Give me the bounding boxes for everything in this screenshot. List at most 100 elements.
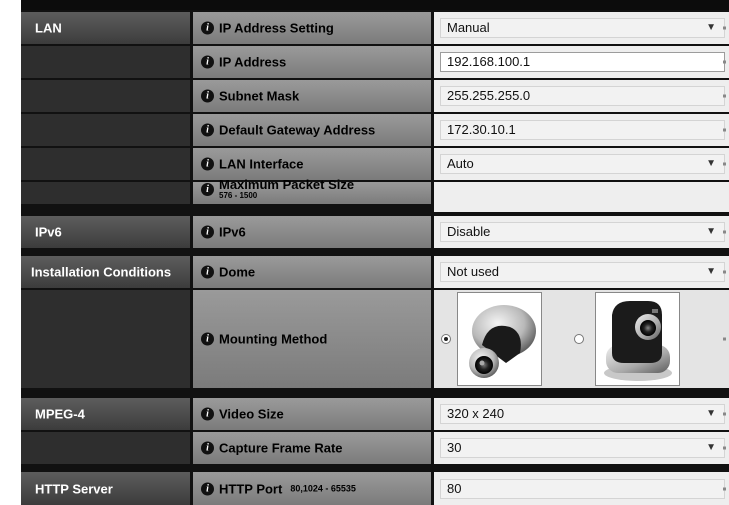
row-dome: Installation Conditions i Dome Not used ▼ <box>21 256 729 288</box>
value-cell: Manual ▼ <box>434 12 729 44</box>
ceiling-camera-icon <box>469 305 536 378</box>
info-icon[interactable]: i <box>201 225 214 239</box>
input-value: 255.255.255.0 <box>447 88 531 103</box>
video-size-select[interactable]: 320 x 240 ▼ <box>440 404 725 424</box>
label-http-port: i HTTP Port 80,1024 - 65535 <box>193 472 431 505</box>
info-icon[interactable]: i <box>201 265 214 279</box>
section-lan-continued <box>21 46 190 78</box>
row-max-packet-size: i Maximum Packet Size 576 - 1500 1500 <box>21 178 729 207</box>
http-port-input[interactable]: 80 <box>440 478 725 499</box>
row-lan-interface: i LAN Interface Auto ▼ <box>21 148 729 180</box>
chevron-down-icon: ▼ <box>706 226 716 237</box>
select-value: Not used <box>447 264 500 279</box>
row-video-size: MPEG-4 i Video Size 320 x 240 ▼ <box>21 398 729 430</box>
row-default-gateway: i Default Gateway Address 172.30.10.1 <box>21 114 729 146</box>
value-cell: 30 ▼ <box>434 432 729 464</box>
label-mounting-method: i Mounting Method <box>193 290 431 388</box>
row-marker <box>723 230 726 234</box>
label-text: Maximum Packet Size <box>219 177 355 192</box>
section-lan-continued <box>21 114 190 146</box>
row-capture-frame-rate: i Capture Frame Rate 30 ▼ <box>21 432 729 464</box>
chevron-down-icon: ▼ <box>706 22 716 33</box>
mounting-radio-desktop[interactable] <box>574 334 584 344</box>
info-icon[interactable]: i <box>201 123 214 137</box>
value-cell: 255.255.255.0 <box>434 80 729 112</box>
label-dome: i Dome <box>193 256 431 288</box>
row-marker <box>723 412 726 416</box>
info-icon[interactable]: i <box>201 482 214 495</box>
select-value: Auto <box>447 156 474 171</box>
info-icon[interactable]: i <box>201 332 214 346</box>
info-icon[interactable]: i <box>201 21 214 35</box>
desktop-camera-icon <box>604 301 672 381</box>
row-marker <box>723 487 726 490</box>
label-text: IP Address Setting <box>219 20 334 36</box>
input-value: 172.30.10.1 <box>447 122 516 137</box>
label-text: IP Address <box>219 54 287 70</box>
value-cell: 320 x 240 ▼ <box>434 398 729 430</box>
label-text: Mounting Method <box>219 331 328 347</box>
label-ipv6: i IPv6 <box>193 216 431 248</box>
row-http-port: HTTP Server i HTTP Port 80,1024 - 65535 80 <box>21 472 729 505</box>
label-capture-frame-rate: i Capture Frame Rate <box>193 432 431 464</box>
section-http-label: HTTP Server <box>35 481 113 496</box>
chevron-down-icon: ▼ <box>706 408 716 419</box>
select-value: Disable <box>447 224 491 239</box>
select-value: 320 x 240 <box>447 406 505 421</box>
value-cell <box>434 290 729 388</box>
section-lan: LAN <box>21 12 190 44</box>
ipv6-select[interactable]: Disable ▼ <box>440 222 725 242</box>
select-value: Manual <box>447 20 490 35</box>
label-max-packet-size: i Maximum Packet Size 576 - 1500 <box>193 178 431 204</box>
info-icon[interactable]: i <box>201 89 214 103</box>
info-icon[interactable]: i <box>201 407 214 421</box>
value-cell: Not used ▼ <box>434 256 729 288</box>
label-text: Capture Frame Rate <box>219 440 343 456</box>
panel-top-bar <box>21 0 729 10</box>
chevron-down-icon: ▼ <box>706 442 716 453</box>
lan-interface-select[interactable]: Auto ▼ <box>440 154 725 174</box>
label-ip-address: i IP Address <box>193 46 431 78</box>
default-gateway-input[interactable]: 172.30.10.1 <box>440 120 725 140</box>
value-cell: Disable ▼ <box>434 216 729 248</box>
chevron-down-icon: ▼ <box>706 158 716 169</box>
label-text: Default Gateway Address <box>219 122 376 138</box>
row-marker <box>723 270 726 274</box>
section-lan-continued <box>21 182 190 204</box>
section-ipv6: IPv6 <box>21 216 190 248</box>
ip-address-input[interactable]: 192.168.100.1 <box>440 52 725 72</box>
section-ipv6-label: IPv6 <box>35 224 62 240</box>
mounting-radio-ceiling[interactable] <box>441 334 451 344</box>
input-value: 80 <box>447 480 462 496</box>
info-icon[interactable]: i <box>201 55 214 69</box>
section-http: HTTP Server <box>21 472 190 505</box>
max-packet-size-input[interactable]: 1500 <box>440 187 725 207</box>
row-marker <box>723 60 726 64</box>
row-marker <box>723 446 726 450</box>
value-cell: 80 <box>434 472 729 505</box>
info-icon[interactable]: i <box>201 182 214 196</box>
row-mounting-method: i Mounting Method <box>21 290 729 388</box>
label-text: HTTP Port <box>219 481 283 496</box>
section-mpeg4: MPEG-4 <box>21 398 190 430</box>
ceiling-mount-camera-image[interactable] <box>457 292 542 386</box>
label-text: LAN Interface <box>219 156 304 172</box>
info-icon[interactable]: i <box>201 157 214 171</box>
dome-select[interactable]: Not used ▼ <box>440 262 725 282</box>
section-lan-continued <box>21 148 190 180</box>
label-video-size: i Video Size <box>193 398 431 430</box>
capture-frame-rate-select[interactable]: 30 ▼ <box>440 438 725 458</box>
section-installation-label: Installation Conditions <box>31 264 172 280</box>
label-text: Video Size <box>219 406 284 422</box>
ip-address-setting-select[interactable]: Manual ▼ <box>440 18 725 38</box>
row-ipv6: IPv6 i IPv6 Disable ▼ <box>21 216 729 248</box>
desktop-camera-image[interactable] <box>595 292 680 386</box>
subnet-mask-input[interactable]: 255.255.255.0 <box>440 86 725 106</box>
info-icon[interactable]: i <box>201 441 214 455</box>
range-hint: 80,1024 - 65535 <box>290 483 356 494</box>
section-lan-label: LAN <box>35 20 62 36</box>
settings-panel: LAN i IP Address Setting Manual ▼ i IP Addr… <box>21 0 729 505</box>
row-ip-address-setting: LAN i IP Address Setting Manual ▼ <box>21 12 729 44</box>
section-installation: Installation Conditions <box>21 256 190 288</box>
section-mpeg4-label: MPEG-4 <box>35 406 85 422</box>
